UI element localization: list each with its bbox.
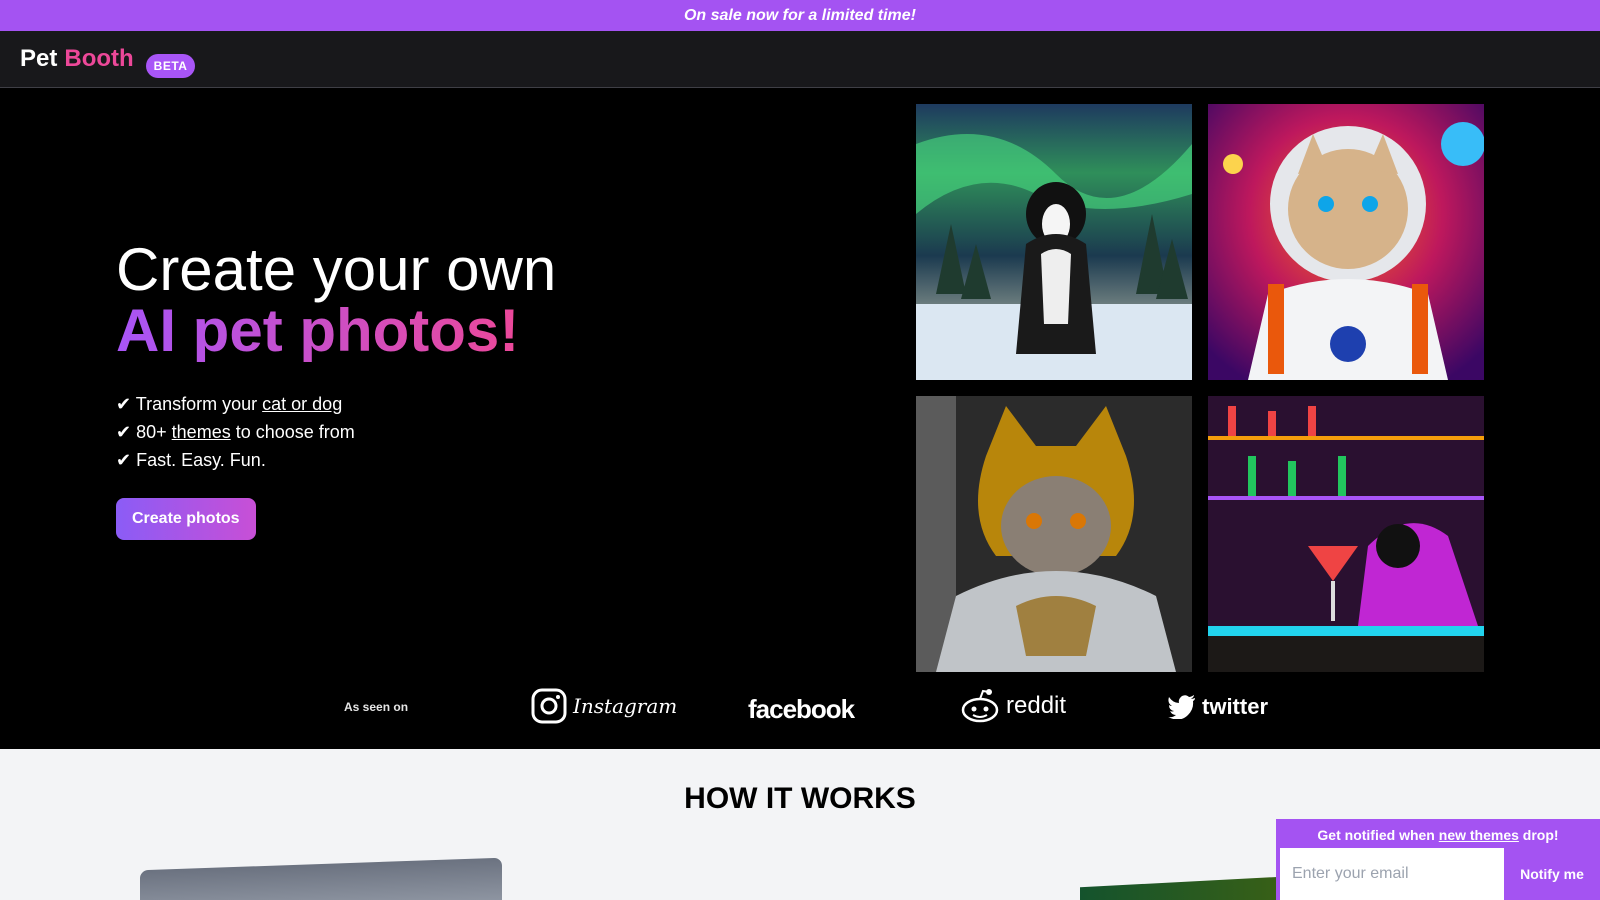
- as-seen-on-label: As seen on: [344, 700, 409, 714]
- brand-pet: Pet: [20, 45, 58, 72]
- check-icon: ✔: [116, 394, 132, 414]
- notify-title-text: drop!: [1522, 827, 1559, 843]
- feature-item: ✔ Transform your cat or dog: [116, 390, 556, 418]
- dog-bar-image: [1208, 396, 1484, 672]
- instagram-logo: Instagram: [531, 688, 677, 724]
- hero-heading-line1: Create your own: [116, 236, 557, 303]
- feature-item: ✔ 80+ themes to choose from: [116, 418, 556, 446]
- pet-photo-grid: [916, 104, 1484, 672]
- new-themes-link[interactable]: new themes: [1439, 827, 1519, 843]
- email-input[interactable]: [1280, 848, 1504, 900]
- brand-logo[interactable]: Pet Booth: [20, 45, 134, 73]
- themes-link[interactable]: themes: [172, 422, 231, 442]
- check-icon: ✔: [116, 422, 132, 442]
- feature-text: 80+: [136, 422, 167, 442]
- reddit-logo: reddit: [960, 688, 1066, 724]
- how-step-image: [140, 857, 502, 900]
- hero-text: Create your own AI pet photos! ✔ Transfo…: [116, 240, 556, 540]
- hero-section: Create your own AI pet photos! ✔ Transfo…: [0, 88, 1600, 749]
- top-nav: Pet Booth BETA: [0, 31, 1600, 88]
- hero-heading-line2: AI pet photos!: [116, 297, 520, 364]
- notify-title-text: Get notified when: [1317, 827, 1435, 843]
- twitter-wordmark: twitter: [1202, 694, 1268, 719]
- facebook-logo: facebook: [748, 694, 855, 725]
- notify-title: Get notified when new themes drop!: [1276, 827, 1600, 843]
- reddit-wordmark: reddit: [1006, 692, 1067, 719]
- cat-knight-image: [916, 396, 1192, 672]
- feature-text: Transform your: [135, 394, 258, 414]
- beta-badge: BETA: [145, 54, 196, 78]
- as-seen-on-bar: As seen on Instagram facebook reddit twi…: [0, 668, 1600, 749]
- feature-item: ✔ Fast. Easy. Fun.: [116, 446, 556, 474]
- brand-booth: Booth: [64, 45, 134, 72]
- promo-text: On sale now for a limited time!: [683, 6, 917, 24]
- twitter-bird-icon: [1168, 695, 1195, 719]
- instagram-wordmark: Instagram: [573, 694, 678, 718]
- dog-aurora-image: [916, 104, 1192, 380]
- facebook-wordmark: facebook: [748, 694, 855, 724]
- how-it-works-title: HOW IT WORKS: [684, 782, 916, 815]
- feature-list: ✔ Transform your cat or dog ✔ 80+ themes…: [116, 390, 556, 474]
- reddit-icon: [961, 689, 999, 723]
- create-photos-button[interactable]: Create photos: [116, 498, 256, 540]
- notify-popup: Get notified when new themes drop! Notif…: [1276, 819, 1600, 900]
- instagram-icon: [531, 688, 567, 724]
- feature-text: to choose from: [235, 422, 355, 442]
- twitter-logo: twitter: [1168, 694, 1268, 720]
- notify-me-button[interactable]: Notify me: [1504, 848, 1600, 900]
- cat-astronaut-image: [1208, 104, 1484, 380]
- promo-banner: On sale now for a limited time!: [0, 0, 1600, 31]
- notify-form: Notify me: [1280, 848, 1600, 900]
- check-icon: ✔: [116, 450, 132, 470]
- cat-or-dog-link[interactable]: cat or dog: [262, 394, 342, 414]
- feature-text: Fast. Easy. Fun.: [136, 450, 266, 470]
